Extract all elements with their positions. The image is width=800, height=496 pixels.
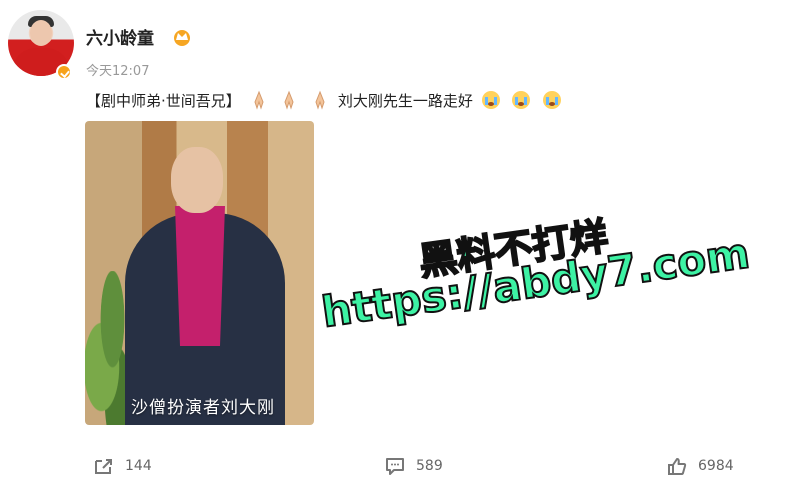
username[interactable]: 六小龄童 [86, 24, 154, 49]
crying-emoji-icon [543, 91, 562, 109]
crown-icon [174, 30, 190, 46]
thumbs-up-icon [668, 458, 687, 475]
post-text: 【剧中师弟·世间吾兄】 刘大刚先生一路走好 [86, 89, 565, 111]
share-icon [95, 459, 112, 474]
like-button[interactable]: 6984 [666, 456, 734, 476]
pray-emoji-icon [254, 90, 264, 110]
comment-icon [386, 458, 404, 475]
post-image[interactable]: 沙僧扮演者刘大刚 [85, 121, 314, 425]
post-timestamp[interactable]: 今天12:07 [86, 60, 149, 79]
crying-emoji-icon [512, 91, 531, 109]
person-head [171, 147, 223, 213]
image-caption: 沙僧扮演者刘大刚 [131, 398, 275, 418]
like-count: 6984 [698, 458, 734, 474]
comment-button[interactable]: 589 [384, 456, 443, 476]
pray-emoji-icon [315, 90, 325, 110]
avatar-face [30, 20, 52, 46]
post-message: 刘大刚先生一路走好 [337, 92, 473, 110]
share-count: 144 [125, 458, 152, 474]
pray-emoji-icon [284, 90, 294, 110]
crying-emoji-icon [481, 91, 500, 109]
person-shirt [175, 206, 225, 346]
post-title: 【剧中师弟·世间吾兄】 [86, 92, 241, 110]
comment-count: 589 [416, 458, 443, 474]
share-button[interactable]: 144 [93, 456, 152, 476]
verified-badge-icon [56, 64, 72, 80]
